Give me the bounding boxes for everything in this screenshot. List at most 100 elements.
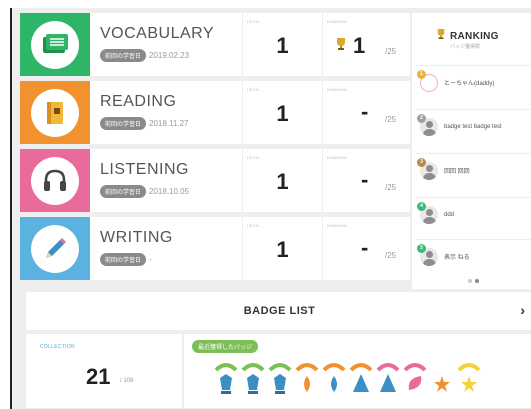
collection-count: 21 (86, 364, 111, 389)
pencil-icon (31, 224, 79, 273)
badge-icon[interactable] (322, 358, 346, 402)
badge-list-title: BADGE LIST (243, 305, 316, 317)
headphones-icon (31, 156, 79, 205)
skill-info: WRITING 前回の学習日 - (90, 217, 242, 280)
ranking-item[interactable]: 1 とーちゃん(daddy) (416, 65, 531, 99)
skill-name: READING (100, 93, 177, 110)
last-study-date: 2018.10.05 (149, 187, 190, 196)
skill-row-listening[interactable]: LISTENING 前回の学習日 2018.10.05 LEVEL 1 RANK… (20, 149, 410, 212)
ranking-user-name: とーちゃん(daddy) (444, 81, 495, 87)
rank-total: /25 (385, 115, 397, 124)
ranking-panel: RANKING バッジ獲得数 1 とーちゃん(daddy) 2 badge te… (412, 13, 531, 289)
book-icon (31, 88, 79, 137)
level-cell: LEVEL 1 (242, 149, 322, 212)
rank-value: - (361, 235, 369, 260)
app-frame: VOCABULARY 前回の学習日 2019.02.23 LEVEL 1 RAN… (10, 8, 531, 409)
skill-row-writing[interactable]: WRITING 前回の学習日 - LEVEL 1 RANKING - /25 (20, 217, 410, 280)
avatar: 2 (417, 113, 438, 136)
ranking-item[interactable]: 2 badge test badge test (416, 109, 531, 143)
skill-info: READING 前回の学習日 2018.11.27 (90, 81, 242, 144)
badge-icon[interactable] (268, 358, 292, 402)
skill-info: VOCABULARY 前回の学習日 2019.02.23 (90, 13, 242, 76)
rank-total: /25 (385, 183, 397, 192)
badge-icon[interactable] (295, 358, 319, 402)
trophy-icon (436, 27, 446, 45)
level-cell: LEVEL 1 (242, 217, 322, 280)
skill-info: LISTENING 前回の学習日 2018.10.05 (90, 149, 242, 212)
last-study-date: 2018.11.27 (149, 119, 189, 128)
ranking-item[interactable]: 4 ddd (416, 197, 531, 231)
last-study-tag: 前回の学習日 (100, 253, 147, 266)
ranking-user-name: 回回 回回 (444, 169, 470, 175)
badge-icon[interactable] (214, 358, 238, 402)
skill-row-reading[interactable]: READING 前回の学習日 2018.11.27 LEVEL 1 RANKIN… (20, 81, 410, 144)
recent-badges-label: 最近獲得したバッジ (192, 340, 259, 353)
level-value: 1 (276, 101, 289, 126)
skill-row-vocabulary[interactable]: VOCABULARY 前回の学習日 2019.02.23 LEVEL 1 RAN… (20, 13, 410, 76)
badge-icon[interactable] (457, 358, 481, 402)
level-label: LEVEL (247, 155, 261, 160)
level-cell: LEVEL 1 (242, 81, 322, 144)
avatar: 5 (417, 243, 438, 266)
ranking-label: RANKING (327, 19, 348, 24)
carousel-pagination[interactable] (468, 279, 479, 283)
badge-icon[interactable] (430, 358, 454, 402)
badge-list-link[interactable]: BADGE LIST › (26, 292, 531, 330)
last-study-tag: 前回の学習日 (100, 117, 147, 130)
level-label: LEVEL (247, 223, 261, 228)
pagination-dot[interactable] (468, 279, 472, 283)
ranking-cell: RANKING - /25 (322, 217, 410, 280)
rank-value: - (361, 167, 369, 192)
listening-icon-tile (20, 149, 90, 212)
pagination-dot-active[interactable] (475, 279, 479, 283)
rank-total: /25 (385, 47, 397, 56)
level-label: LEVEL (247, 87, 261, 92)
collection-label: COLLECTION (40, 344, 75, 350)
recent-badges-panel: 最近獲得したバッジ (184, 334, 531, 408)
level-value: 1 (276, 169, 289, 194)
rank-number-badge: 2 (417, 113, 426, 123)
rank-number-badge: 3 (417, 157, 426, 167)
rank-total: /25 (385, 251, 397, 260)
last-study-tag: 前回の学習日 (100, 49, 147, 62)
flashcards-icon (31, 20, 79, 69)
last-study-tag: 前回の学習日 (100, 185, 147, 198)
trophy-icon (335, 37, 347, 56)
rank-value: 1 (353, 33, 366, 58)
ranking-cell: RANKING - /25 (322, 81, 410, 144)
ranking-label: RANKING (327, 223, 348, 228)
collection-total: / 108 (120, 378, 134, 384)
level-label: LEVEL (247, 19, 261, 24)
rank-number-badge: 4 (417, 201, 426, 211)
ranking-title: RANKING (450, 30, 499, 42)
ranking-subtitle: バッジ獲得数 (450, 44, 481, 50)
avatar: 1 (417, 69, 438, 92)
ranking-label: RANKING (327, 87, 348, 92)
badge-icon[interactable] (349, 358, 373, 402)
level-value: 1 (276, 33, 289, 58)
ranking-item[interactable]: 5 表示 ねる (416, 239, 531, 273)
ranking-cell: RANKING 1 /25 (322, 13, 410, 76)
avatar: 4 (417, 201, 438, 224)
chevron-right-icon: › (520, 302, 525, 318)
skill-name: VOCABULARY (100, 25, 215, 42)
level-value: 1 (276, 237, 289, 262)
ranking-item[interactable]: 3 回回 回回 (416, 153, 531, 187)
badge-icon[interactable] (241, 358, 265, 402)
ranking-cell: RANKING - /25 (322, 149, 410, 212)
badge-icon[interactable] (403, 358, 427, 402)
vocabulary-icon-tile (20, 13, 90, 76)
ranking-user-name: 表示 ねる (444, 255, 470, 261)
badge-icon[interactable] (376, 358, 400, 402)
last-study-date: - (149, 255, 152, 264)
rank-value: - (361, 99, 369, 124)
rank-number-badge: 1 (417, 69, 426, 79)
last-study-date: 2019.02.23 (149, 51, 190, 60)
ranking-user-name: badge test badge test (444, 123, 502, 130)
reading-icon-tile (20, 81, 90, 144)
ranking-user-name: ddd (444, 211, 455, 218)
collection-panel: COLLECTION 21 / 108 (26, 334, 182, 408)
skill-name: LISTENING (100, 161, 189, 178)
badge-row (214, 358, 481, 402)
writing-icon-tile (20, 217, 90, 280)
